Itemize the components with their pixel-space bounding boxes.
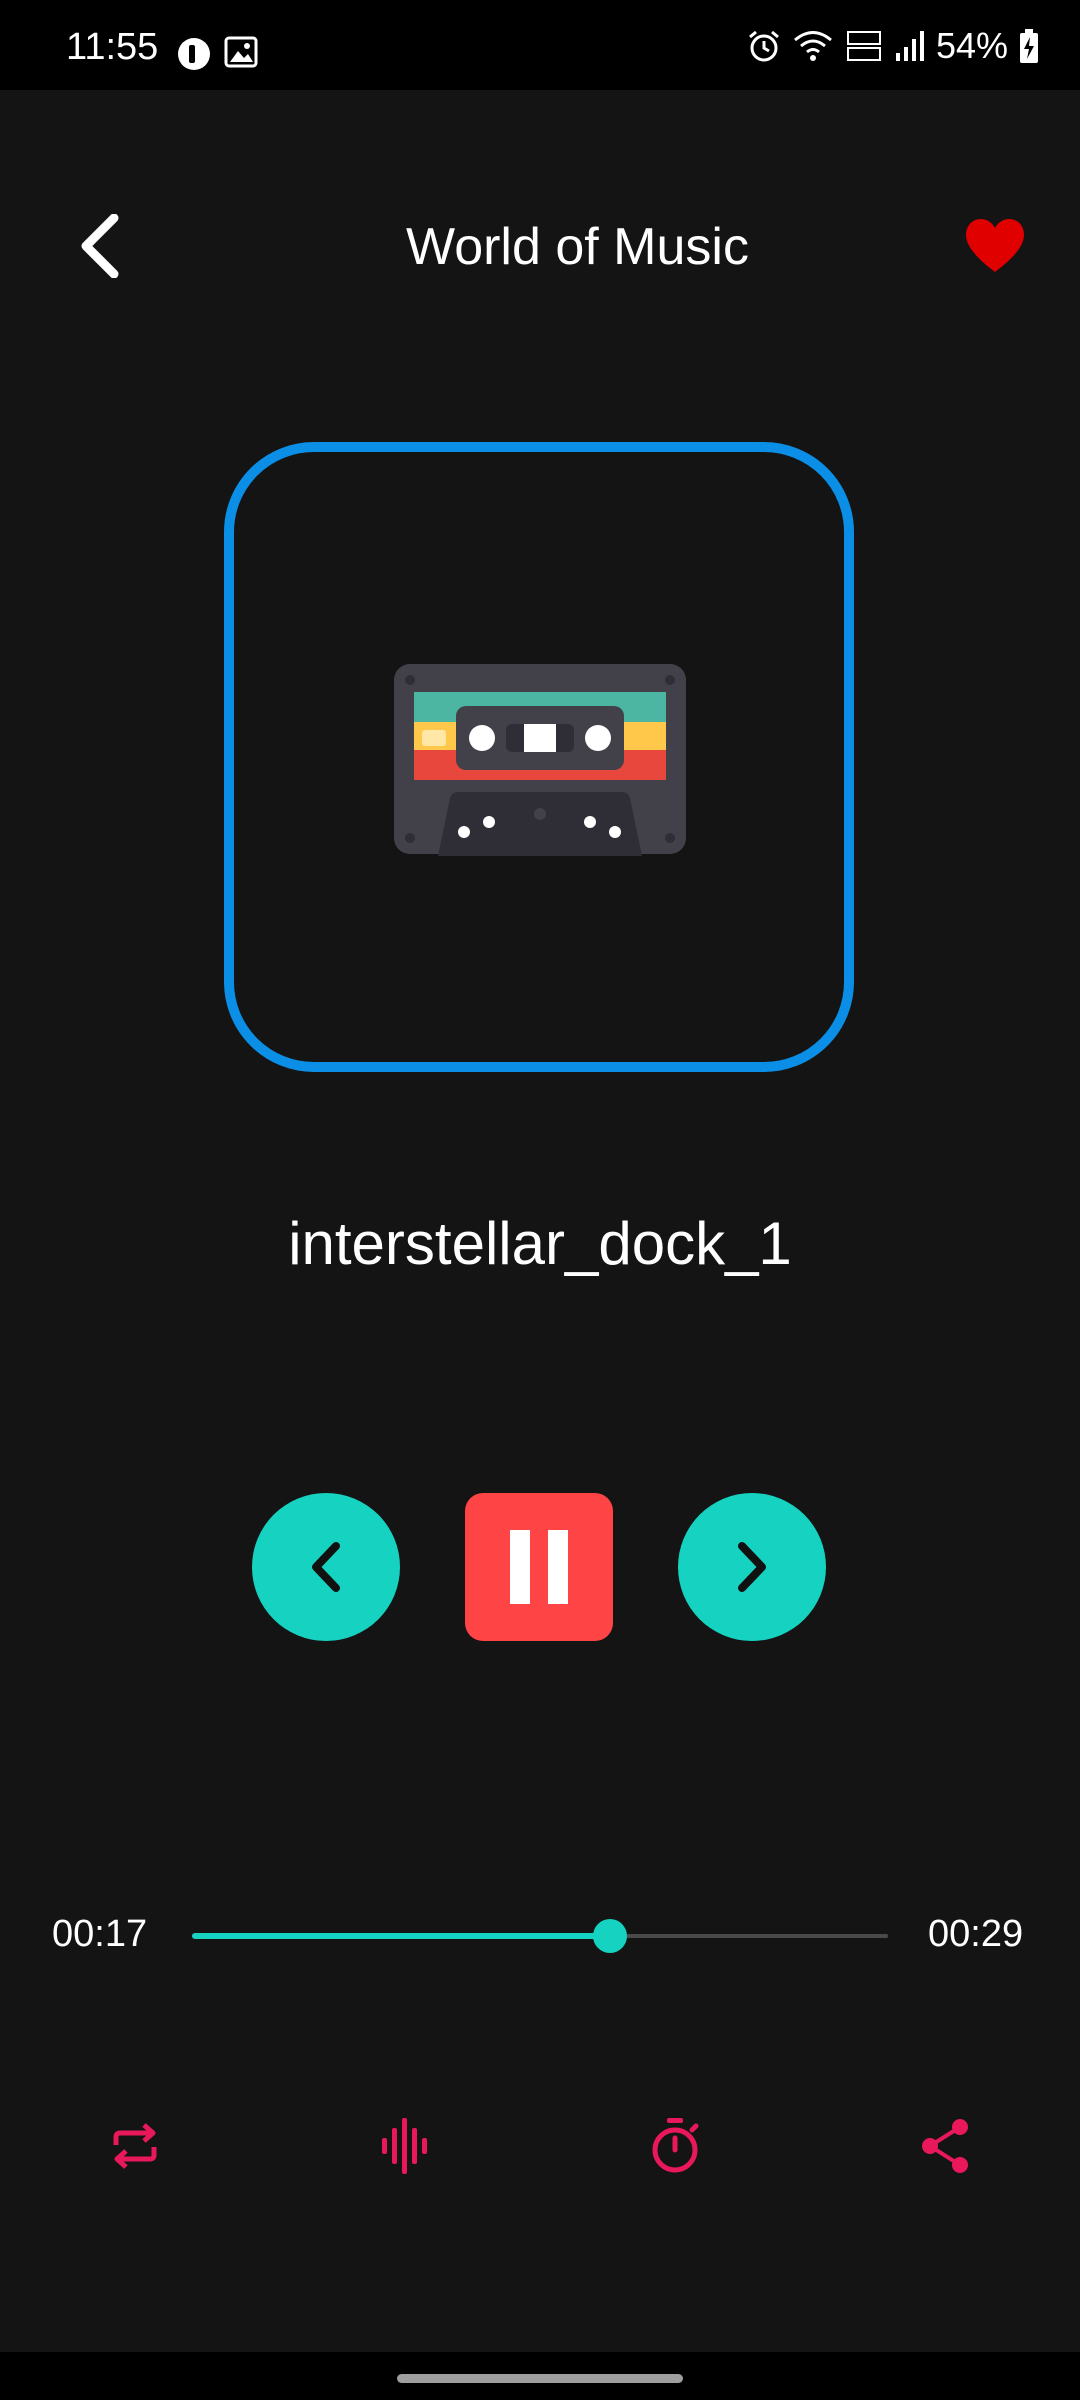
chevron-left-icon [312,1542,340,1592]
equalizer-icon [382,2118,427,2174]
repeat-button[interactable] [105,2116,165,2176]
share-icon [922,2119,968,2173]
elapsed-time: 00:17 [52,1913,148,1955]
status-left-icons [176,36,258,72]
share-button[interactable] [915,2116,975,2176]
pause-button[interactable] [465,1493,613,1641]
next-track-button[interactable] [678,1493,826,1641]
status-bar: 11:55 54% [0,0,1080,90]
heart-icon[interactable] [964,218,1026,274]
equalizer-button[interactable] [375,2116,435,2176]
cassette-icon [394,664,686,856]
repeat-icon [113,2123,157,2169]
sleep-timer-button[interactable] [645,2116,705,2176]
page-title: World of Music [406,218,749,276]
status-right-icons: 54% [746,28,1040,64]
timer-icon [652,2118,699,2173]
pause-icon [510,1530,568,1604]
previous-track-button[interactable] [252,1493,400,1641]
wifi-icon [793,31,832,61]
battery-charging-icon [1020,29,1038,63]
status-time: 11:55 [66,26,159,68]
seek-bar[interactable] [192,1918,888,1954]
signal-icon [895,31,924,61]
seek-progress [192,1933,610,1939]
chevron-right-icon [738,1542,766,1592]
total-time: 00:29 [928,1913,1024,1955]
gallery-icon [224,36,258,68]
seek-thumb[interactable] [592,1919,627,1953]
alarm-icon [748,30,779,62]
battery-percentage: 54% [935,25,1008,66]
volte-icon [846,31,881,61]
notification-app-icon [178,38,210,70]
home-gesture-bar[interactable] [397,2374,683,2383]
track-title: interstellar_dock_1 [288,1210,792,1277]
